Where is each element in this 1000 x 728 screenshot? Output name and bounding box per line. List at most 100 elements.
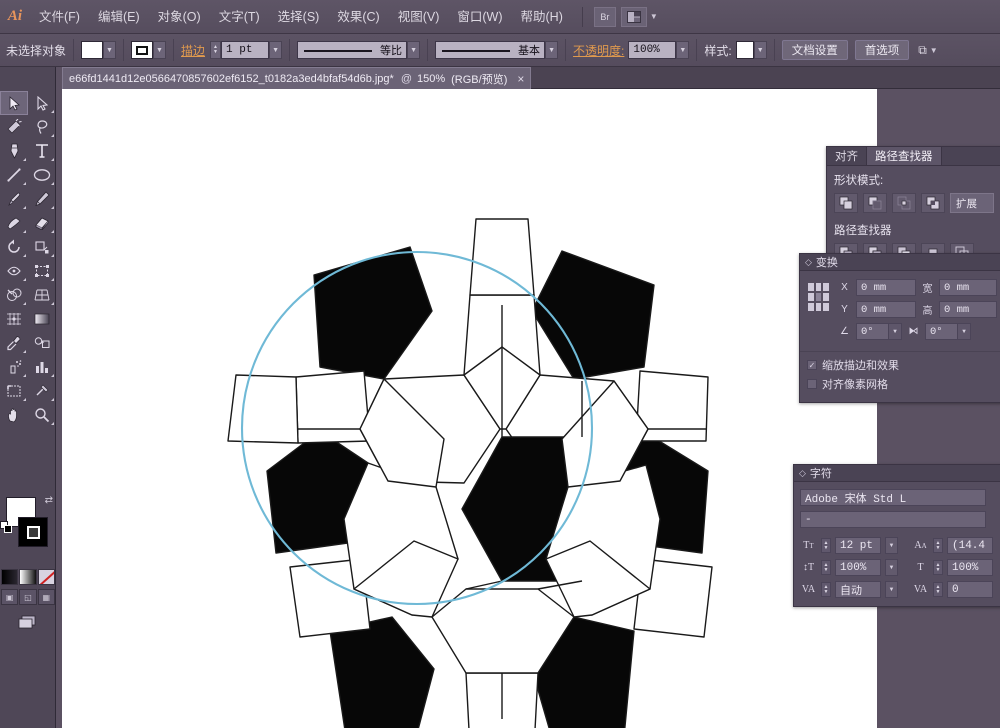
width-tool[interactable] [0,259,28,283]
soccer-ball-net-illustration[interactable] [62,89,877,728]
canvas-area[interactable] [62,89,877,728]
perspective-grid-tool[interactable] [28,283,56,307]
x-position-input[interactable]: 0 mm [856,279,916,296]
scale-strokes-checkbox[interactable]: ✓ [807,360,817,370]
stroke-dropdown-chevron-down-icon[interactable]: ▼ [153,41,166,59]
direct-selection-tool[interactable] [28,91,56,115]
graphic-style-swatch[interactable] [736,41,754,59]
stroke-link-label[interactable]: 描边 [181,42,205,59]
width-input[interactable]: 0 mm [939,279,997,296]
leading-stepper[interactable]: ▲▼ [933,538,943,553]
menu-view[interactable]: 视图(V) [389,0,449,34]
menu-effect[interactable]: 效果(C) [328,0,388,34]
stroke-weight-stepper[interactable]: ▲▼ [210,41,221,59]
kerning-stepper[interactable]: ▲▼ [821,582,831,597]
default-fill-stroke-icon[interactable] [0,521,12,533]
document-tab[interactable]: e66fd1441d12e0566470857602ef6152_t0182a3… [62,67,531,89]
panel-options-icon[interactable]: ◇ [805,257,812,268]
style-chevron-down-icon[interactable]: ▼ [754,41,767,59]
opacity-input[interactable]: 100% [628,41,676,59]
menu-type[interactable]: 文字(T) [210,0,269,34]
expand-button[interactable]: 扩展 [950,193,994,213]
kerning-input[interactable]: 自动 [835,581,881,598]
eraser-tool[interactable] [28,211,56,235]
align-pixel-checkbox-row[interactable]: 对齐像素网格 [807,376,996,392]
stroke-profile-chevron-down-icon[interactable]: ▼ [407,41,420,59]
pen-tool[interactable] [0,139,28,163]
shear-angle-chevron-down-icon[interactable]: ▼ [957,324,970,339]
close-icon[interactable]: × [517,73,524,85]
tracking-input[interactable]: 0 [947,581,993,598]
leading-input[interactable]: (14.4 [947,537,993,554]
vertical-scale-stepper[interactable]: ▲▼ [821,560,831,575]
control-more-chevron-down-icon[interactable]: ▼ [930,46,938,55]
vertical-scale-input[interactable]: 100% [835,559,881,576]
full-screen-menu-mode-button[interactable]: ◱ [19,589,36,605]
normal-screen-mode-button[interactable]: ▣ [1,589,18,605]
reference-point-selector[interactable] [808,283,829,311]
symbol-sprayer-tool[interactable] [0,355,28,379]
shear-angle-input[interactable]: 0° ▼ [925,323,971,340]
eyedropper-tool[interactable] [0,331,28,355]
menu-edit[interactable]: 编辑(E) [89,0,149,34]
font-size-chevron-down-icon[interactable]: ▼ [885,537,898,554]
minus-front-button[interactable] [863,193,887,213]
paintbrush-tool[interactable] [0,187,28,211]
intersect-button[interactable] [892,193,916,213]
height-input[interactable]: 0 mm [939,301,997,318]
stroke-color-swatch[interactable] [18,517,48,547]
kerning-chevron-down-icon[interactable]: ▼ [885,581,898,598]
y-position-input[interactable]: 0 mm [856,301,916,318]
vertical-scale-chevron-down-icon[interactable]: ▼ [885,559,898,576]
font-family-input[interactable]: Adobe 宋体 Std L [800,489,986,506]
menu-window[interactable]: 窗口(W) [448,0,511,34]
rotate-tool[interactable] [0,235,28,259]
show-panels-icon[interactable] [14,612,42,632]
hand-tool[interactable] [0,403,28,427]
type-tool[interactable] [28,139,56,163]
tab-pathfinder[interactable]: 路径查找器 [867,147,942,165]
none-button[interactable] [38,569,55,585]
opacity-chevron-down-icon[interactable]: ▼ [676,41,689,59]
artboard-tool[interactable] [0,379,28,403]
document-setup-button[interactable]: 文档设置 [782,40,848,60]
exclude-button[interactable] [921,193,945,213]
stroke-weight-chevron-down-icon[interactable]: ▼ [269,41,282,59]
swap-fill-stroke-icon[interactable]: ⇄ [45,495,53,506]
blend-tool[interactable] [28,331,56,355]
color-button[interactable] [1,569,18,585]
column-graph-tool[interactable] [28,355,56,379]
tab-align[interactable]: 对齐 [827,147,867,165]
lasso-tool[interactable] [28,115,56,139]
selection-tool[interactable] [0,91,28,115]
font-size-input[interactable]: 12 pt [835,537,881,554]
stroke-swatch[interactable] [131,41,153,59]
horizontal-scale-stepper[interactable]: ▲▼ [933,560,943,575]
free-transform-tool[interactable] [28,259,56,283]
transform-panel-tab[interactable]: ◇ 变换 [800,254,1000,271]
unite-button[interactable] [834,193,858,213]
full-screen-mode-button[interactable]: ▦ [38,589,55,605]
stroke-profile-select[interactable]: 等比 [297,41,407,59]
align-pixel-checkbox[interactable] [807,379,817,389]
zoom-tool[interactable] [28,403,56,427]
menu-select[interactable]: 选择(S) [269,0,329,34]
font-size-stepper[interactable]: ▲▼ [821,538,831,553]
mesh-tool[interactable] [0,307,28,331]
horizontal-scale-input[interactable]: 100% [947,559,993,576]
bridge-icon[interactable]: Br [594,7,616,27]
workspace-chevron-down-icon[interactable]: ▼ [650,12,658,21]
workspace-switcher-icon[interactable] [621,7,647,27]
shape-builder-tool[interactable] [0,283,28,307]
fill-swatch[interactable] [81,41,103,59]
gradient-button[interactable] [19,569,36,585]
control-more-icon[interactable]: ⧉ [918,43,927,58]
menu-help[interactable]: 帮助(H) [512,0,572,34]
pencil-tool[interactable] [28,187,56,211]
magic-wand-tool[interactable] [0,115,28,139]
stroke-weight-input[interactable]: 1 pt [221,41,269,59]
rotate-angle-chevron-down-icon[interactable]: ▼ [888,324,901,339]
brush-definition-select[interactable]: 基本 [435,41,545,59]
brush-chevron-down-icon[interactable]: ▼ [545,41,558,59]
opacity-label[interactable]: 不透明度: [573,42,624,59]
